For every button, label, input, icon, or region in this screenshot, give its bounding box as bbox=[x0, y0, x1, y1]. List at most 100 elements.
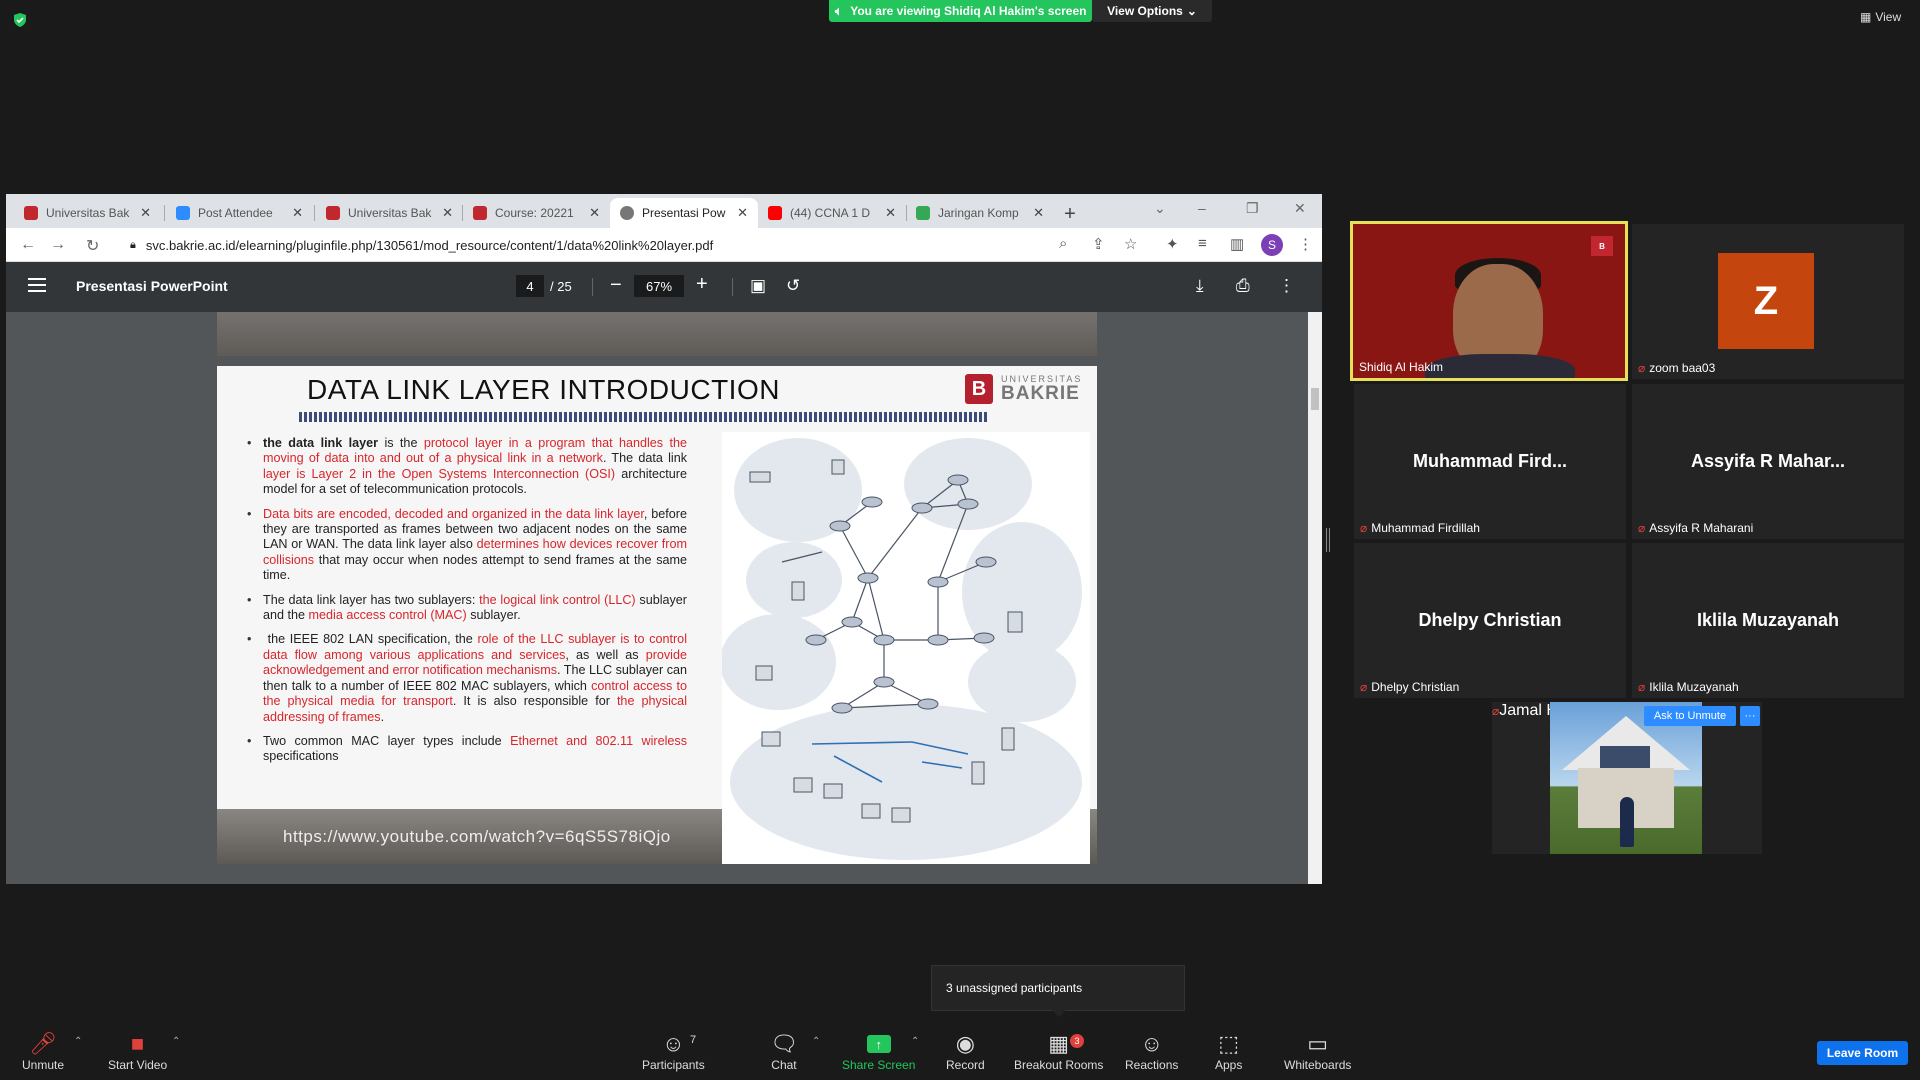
profile-avatar[interactable]: S bbox=[1261, 234, 1283, 256]
tab-search-icon[interactable]: ⌄ bbox=[1154, 200, 1166, 217]
menu-icon[interactable] bbox=[28, 278, 46, 292]
mic-muted-icon: ⌀ bbox=[1360, 521, 1368, 535]
scroll-thumb[interactable] bbox=[1311, 388, 1319, 410]
mic-muted-icon: ⌀ bbox=[1638, 521, 1646, 535]
participant-name: Iklila Muzayanah bbox=[1649, 680, 1739, 694]
zoom-favicon-icon bbox=[176, 206, 190, 220]
site-favicon-icon bbox=[24, 206, 38, 220]
chevron-up-icon[interactable]: ⌃ bbox=[172, 1036, 180, 1047]
security-shield-icon[interactable] bbox=[12, 12, 28, 28]
video-shirt bbox=[1425, 354, 1575, 378]
video-tile[interactable]: Muhammad Fird... ⌀ Muhammad Firdillah bbox=[1354, 384, 1626, 539]
video-tile[interactable]: Dhelpy Christian ⌀ Dhelpy Christian bbox=[1354, 543, 1626, 698]
close-icon[interactable]: ✕ bbox=[589, 205, 600, 221]
page-total: / 25 bbox=[550, 279, 572, 294]
close-window-icon[interactable]: ✕ bbox=[1294, 200, 1306, 217]
zoom-lens-icon[interactable]: ⌕ bbox=[1059, 235, 1067, 252]
viewing-text: You are viewing Shidiq Al Hakim's screen bbox=[850, 4, 1087, 18]
back-icon[interactable]: ← bbox=[20, 236, 36, 254]
breakout-badge: 3 bbox=[1070, 1034, 1084, 1048]
start-video-button[interactable]: ■ Start Video bbox=[108, 1030, 167, 1072]
browser-tab[interactable]: Universitas Bak ✕ bbox=[316, 198, 463, 228]
title-rule bbox=[299, 412, 989, 422]
restore-icon[interactable]: ❐ bbox=[1246, 200, 1259, 217]
forward-icon[interactable]: → bbox=[50, 236, 66, 254]
browser-tab[interactable]: Universitas Bak ✕ bbox=[14, 198, 161, 228]
browser-toolbar: ← → ↻ 🔒︎ svc.bakrie.ac.id/elearning/plug… bbox=[6, 228, 1322, 262]
apps-button[interactable]: ⬚ Apps bbox=[1215, 1030, 1242, 1072]
share-screen-button[interactable]: ↑ Share Screen bbox=[842, 1030, 915, 1072]
zoom-in-button[interactable]: + bbox=[696, 273, 708, 296]
unmute-button[interactable]: 🎤︎ Unmute bbox=[22, 1030, 64, 1072]
pdf-canvas[interactable]: DATA LINK LAYER INTRODUCTION B UNIVERSIT… bbox=[6, 312, 1308, 884]
video-tile[interactable]: Iklila Muzayanah ⌀ Iklila Muzayanah bbox=[1632, 543, 1904, 698]
minimize-icon[interactable]: – bbox=[1198, 200, 1206, 216]
view-options-button[interactable]: View Options ⌄ bbox=[1092, 0, 1212, 22]
photo-window bbox=[1600, 746, 1650, 768]
drive-favicon-icon bbox=[916, 206, 930, 220]
whiteboards-button[interactable]: ▭ Whiteboards bbox=[1284, 1030, 1351, 1072]
reload-icon[interactable]: ↻ bbox=[86, 236, 99, 256]
extensions-icon[interactable]: ✦ bbox=[1166, 235, 1179, 253]
chevron-up-icon[interactable]: ⌃ bbox=[74, 1036, 82, 1047]
bullet-item: • The data link layer has two sublayers: … bbox=[247, 592, 687, 623]
record-button[interactable]: ◉ Record bbox=[946, 1030, 985, 1072]
video-tile-active-speaker[interactable]: B Shidiq Al Hakim bbox=[1350, 221, 1628, 381]
pdf-scrollbar[interactable] bbox=[1308, 312, 1322, 884]
close-icon[interactable]: ✕ bbox=[885, 205, 896, 221]
zoom-input[interactable]: 67% bbox=[634, 275, 684, 297]
close-icon[interactable]: ✕ bbox=[737, 205, 748, 221]
fit-page-icon[interactable]: ▣ bbox=[750, 276, 766, 296]
close-icon[interactable]: ✕ bbox=[140, 205, 151, 221]
bullet-item: • the data link layer is the protocol lay… bbox=[247, 436, 687, 497]
media-icon[interactable]: ≡ bbox=[1198, 235, 1207, 252]
more-vert-icon[interactable]: ⋮ bbox=[1298, 235, 1313, 253]
more-vert-icon[interactable]: ⋮ bbox=[1278, 276, 1295, 296]
breakout-rooms-button[interactable]: ▦ Breakout Rooms bbox=[1014, 1030, 1103, 1072]
view-button[interactable]: ▦ View bbox=[1860, 10, 1901, 24]
rotate-icon[interactable]: ↺ bbox=[786, 276, 800, 296]
bullet-item: • Two common MAC layer types include Ethe… bbox=[247, 733, 687, 764]
browser-tab[interactable]: Course: 20221 ✕ bbox=[463, 198, 610, 228]
close-icon[interactable]: ✕ bbox=[1033, 205, 1044, 221]
leave-room-button[interactable]: Leave Room bbox=[1817, 1041, 1908, 1065]
print-icon[interactable]: ⎙ bbox=[1236, 276, 1250, 296]
bullet-item: • Data bits are encoded, decoded and orga… bbox=[247, 506, 687, 583]
site-favicon-icon bbox=[473, 206, 487, 220]
chat-button[interactable]: 🗨︎ Chat bbox=[770, 1030, 798, 1072]
viewing-screen-banner: 🔈︎ You are viewing Shidiq Al Hakim's scr… bbox=[829, 0, 1092, 22]
resize-handle[interactable] bbox=[1326, 528, 1330, 552]
participant-name: Shidiq Al Hakim bbox=[1359, 360, 1444, 374]
participant-display-name: Muhammad Fird... bbox=[1412, 451, 1567, 471]
network-diagram bbox=[722, 432, 1090, 864]
address-bar[interactable]: 🔒︎ svc.bakrie.ac.id/elearning/pluginfile… bbox=[122, 232, 1082, 258]
bookmark-star-icon[interactable]: ☆ bbox=[1124, 235, 1137, 253]
side-panel-icon[interactable]: ▥ bbox=[1230, 235, 1244, 253]
reactions-button[interactable]: ☺ Reactions bbox=[1125, 1030, 1178, 1072]
browser-tab[interactable]: (44) CCNA 1 D ✕ bbox=[758, 198, 906, 228]
page-number-input[interactable]: 4 bbox=[516, 275, 544, 297]
record-icon: ◉ bbox=[955, 1031, 975, 1056]
ask-to-unmute-button[interactable]: Ask to Unmute bbox=[1644, 706, 1736, 726]
more-options-button[interactable]: ··· bbox=[1740, 706, 1760, 726]
chevron-up-icon[interactable]: ⌃ bbox=[911, 1036, 919, 1047]
participant-display-name: Dhelpy Christian bbox=[1418, 610, 1562, 630]
pdf-toolbar: Presentasi PowerPoint 4 / 25 − 67% + ▣ ↺… bbox=[6, 262, 1322, 312]
participant-name: zoom baa03 bbox=[1649, 361, 1716, 375]
download-icon[interactable]: ⤓ bbox=[1196, 276, 1204, 296]
browser-tab[interactable]: Jaringan Komp ✕ bbox=[906, 198, 1054, 228]
logo-text: BAKRIE bbox=[1001, 383, 1080, 404]
close-icon[interactable]: ✕ bbox=[292, 205, 303, 221]
slide-title: DATA LINK LAYER INTRODUCTION bbox=[307, 374, 780, 405]
apps-icon: ⬚ bbox=[1218, 1031, 1240, 1056]
tab-strip: Universitas Bak ✕ Post Attendee ✕ Universi… bbox=[6, 194, 1322, 228]
close-icon[interactable]: ✕ bbox=[442, 205, 453, 221]
new-tab-button[interactable]: + bbox=[1056, 200, 1084, 228]
zoom-out-button[interactable]: − bbox=[610, 274, 622, 297]
browser-tab[interactable]: Post Attendee ✕ bbox=[166, 198, 313, 228]
whiteboard-icon: ▭ bbox=[1307, 1031, 1329, 1056]
chevron-up-icon[interactable]: ⌃ bbox=[812, 1036, 820, 1047]
video-tile[interactable]: Assyifa R Mahar... ⌀ Assyifa R Maharani bbox=[1632, 384, 1904, 539]
browser-tab-active[interactable]: Presentasi Pow ✕ bbox=[610, 198, 758, 228]
share-icon[interactable]: ⇪ bbox=[1092, 235, 1105, 253]
